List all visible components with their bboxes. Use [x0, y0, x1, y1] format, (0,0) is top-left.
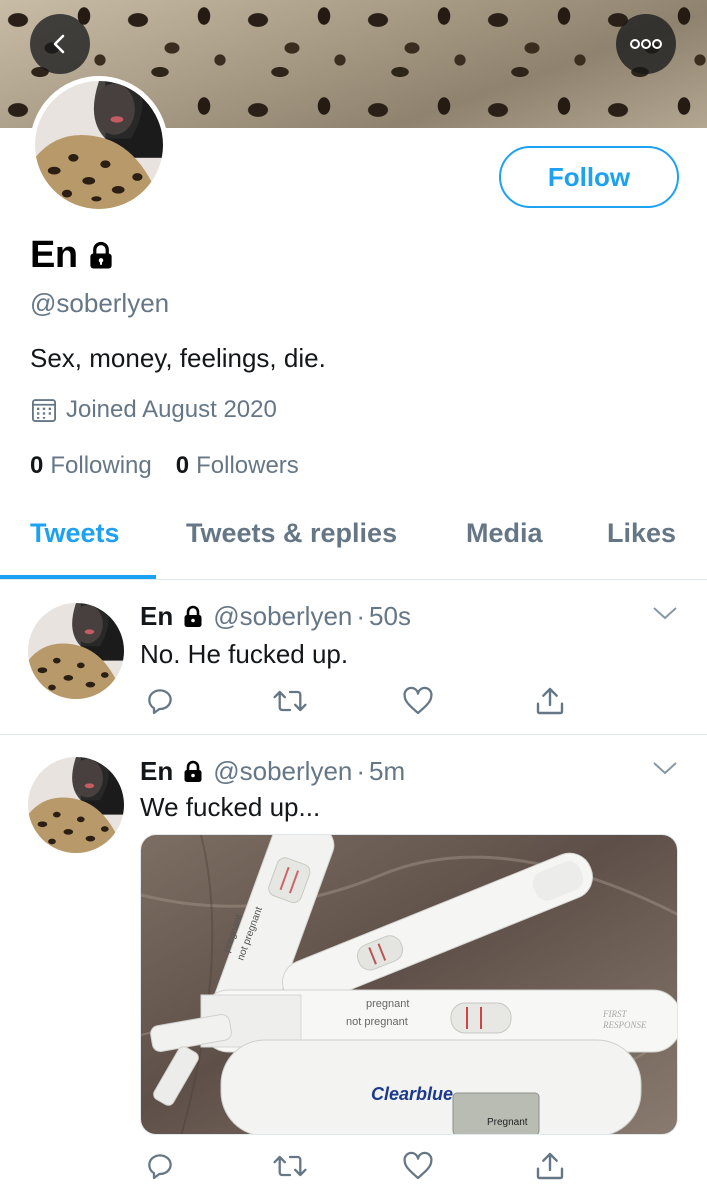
- lock-icon: [181, 760, 205, 784]
- tweet-text: We fucked up...: [140, 792, 321, 822]
- tweet-timestamp[interactable]: 50s: [369, 601, 411, 632]
- digital-test-screen-text: Pregnant: [487, 1117, 528, 1128]
- heart-icon: [403, 686, 433, 715]
- clearblue-brand: Clearblue: [371, 1084, 453, 1104]
- following-label: Following: [50, 452, 152, 479]
- display-name: En: [30, 234, 78, 276]
- joined-text: Joined August 2020: [66, 396, 277, 423]
- tab-tweets[interactable]: Tweets: [30, 518, 120, 549]
- reply-icon: [148, 689, 172, 715]
- chevron-down-icon: [653, 607, 677, 620]
- tweet-header: En @soberlyen · 5m: [140, 756, 405, 787]
- tweet-media-photo[interactable]: pregnant not pregnant pregnant not pregn…: [140, 834, 678, 1135]
- retweet-button[interactable]: [272, 685, 308, 722]
- share-icon: [536, 1152, 564, 1180]
- back-button[interactable]: [30, 14, 90, 74]
- tweet-menu-caret[interactable]: [652, 760, 678, 781]
- tweet-actions: [140, 685, 580, 721]
- share-icon: [536, 687, 564, 715]
- brand-label-line2: RESPONSE: [602, 1020, 647, 1030]
- like-button[interactable]: [402, 685, 434, 722]
- followers-stat[interactable]: 0 Followers: [176, 452, 299, 480]
- tweet-author-handle[interactable]: @soberlyen: [213, 756, 352, 787]
- active-tab-indicator: [0, 575, 156, 579]
- tweet-author-handle[interactable]: @soberlyen: [213, 601, 352, 632]
- retweet-button[interactable]: [272, 1150, 308, 1187]
- following-stat[interactable]: 0 Following: [30, 452, 152, 480]
- lock-icon: [86, 241, 116, 271]
- tweet-text: No. He fucked up.: [140, 639, 349, 669]
- followers-count: 0: [175, 452, 190, 479]
- share-button[interactable]: [534, 685, 566, 722]
- tab-media[interactable]: Media: [466, 518, 543, 549]
- chevron-left-icon: [53, 34, 65, 54]
- profile-avatar[interactable]: [30, 76, 168, 214]
- more-dots-icon: [630, 39, 662, 49]
- profile-name-row: En: [30, 234, 116, 277]
- reply-button[interactable]: [144, 1150, 176, 1187]
- pregnancy-tests-photo: pregnant not pregnant pregnant not pregn…: [141, 835, 677, 1134]
- avatar-image: [28, 603, 124, 699]
- tweet-header: En @soberlyen · 50s: [140, 601, 411, 632]
- tweet-menu-caret[interactable]: [652, 605, 678, 626]
- heart-icon: [403, 1151, 433, 1180]
- separator-dot: ·: [356, 756, 366, 786]
- retweet-icon: [273, 690, 307, 712]
- following-count: 0: [30, 452, 44, 479]
- like-button[interactable]: [402, 1150, 434, 1187]
- more-options-button[interactable]: [616, 14, 676, 74]
- follow-button[interactable]: Follow: [499, 146, 679, 208]
- joined-date: Joined August 2020: [30, 396, 277, 424]
- avatar-image: [28, 757, 124, 853]
- followers-label: Followers: [196, 452, 299, 479]
- chevron-down-icon: [653, 762, 677, 775]
- avatar-image: [35, 81, 163, 209]
- tweet-timestamp[interactable]: 5m: [369, 756, 405, 787]
- test-label-pregnant: pregnant: [366, 998, 409, 1010]
- tweet-author-name[interactable]: En: [140, 756, 173, 787]
- brand-label-line1: FIRST: [602, 1009, 627, 1019]
- follow-stats: 0 Following 0 Followers: [30, 452, 323, 480]
- tweet-avatar[interactable]: [28, 757, 124, 853]
- tab-tweets-and-replies[interactable]: Tweets & replies: [186, 518, 397, 549]
- share-button[interactable]: [534, 1150, 566, 1187]
- lock-icon: [181, 605, 205, 629]
- profile-bio: Sex, money, feelings, die.: [30, 343, 326, 373]
- profile-tabs: Tweets Tweets & replies Media Likes: [0, 500, 707, 580]
- tweet-actions: [140, 1150, 580, 1186]
- tweet-author-name[interactable]: En: [140, 601, 173, 632]
- tweet-avatar[interactable]: [28, 603, 124, 699]
- retweet-icon: [273, 1155, 307, 1177]
- separator-dot: ·: [356, 601, 366, 631]
- tab-likes[interactable]: Likes: [607, 518, 676, 549]
- test-label-not-pregnant: not pregnant: [346, 1016, 408, 1028]
- profile-handle: @soberlyen: [30, 288, 170, 318]
- calendar-icon: [30, 396, 58, 424]
- reply-icon: [148, 1154, 172, 1180]
- tweet[interactable]: En @soberlyen · 50s No. He fucked up.: [0, 581, 707, 735]
- reply-button[interactable]: [144, 685, 176, 722]
